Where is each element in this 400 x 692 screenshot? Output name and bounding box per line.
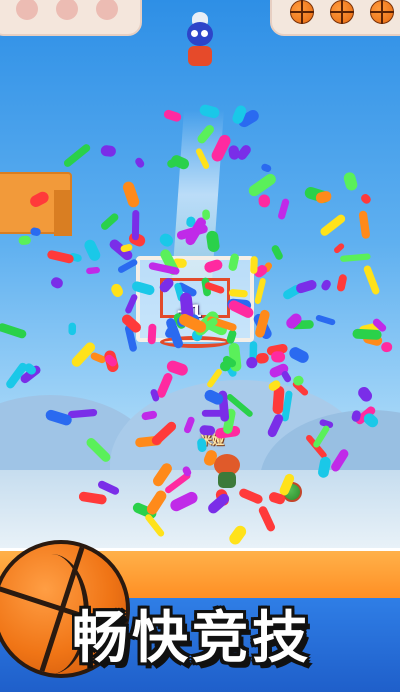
confetti-piece: [225, 363, 237, 377]
confetti-piece: [246, 356, 258, 369]
confetti-piece: [18, 235, 31, 245]
confetti-piece: [263, 262, 273, 273]
confetti-piece: [352, 328, 382, 340]
confetti-piece: [0, 323, 27, 339]
confetti-piece: [253, 313, 272, 339]
confetti-piece: [47, 250, 74, 264]
confetti-piece: [269, 363, 289, 378]
confetti-piece: [296, 280, 317, 294]
confetti-piece: [135, 157, 145, 168]
basketball-icon: [370, 0, 394, 24]
confetti-piece: [334, 243, 345, 254]
confetti-piece: [255, 352, 269, 364]
confetti-piece: [159, 233, 173, 247]
confetti-piece: [232, 105, 247, 124]
confetti-piece: [340, 253, 371, 262]
confetti-piece: [283, 284, 302, 300]
balls-remaining-panel: [270, 0, 400, 36]
confetti-piece: [128, 232, 146, 247]
confetti-piece: [69, 253, 82, 262]
banner-slogan: 畅快竞技: [72, 606, 312, 671]
confetti-piece: [248, 173, 276, 197]
confetti-piece: [358, 323, 379, 336]
confetti-piece: [358, 210, 370, 239]
basketball-icon: [290, 0, 314, 24]
confetti-piece: [228, 342, 242, 372]
confetti-piece: [336, 274, 347, 292]
confetti-piece: [222, 355, 237, 368]
confetti-piece: [315, 315, 336, 326]
confetti-piece: [363, 333, 383, 346]
score-slot: [96, 0, 118, 20]
confetti-piece: [238, 110, 259, 128]
confetti-piece: [286, 313, 302, 329]
basketball-icon: [330, 0, 354, 24]
confetti-piece: [220, 360, 231, 372]
confetti-piece: [101, 213, 119, 230]
player-character: [182, 12, 218, 74]
confetti-piece: [90, 352, 106, 364]
confetti-piece: [372, 318, 387, 332]
confetti-piece: [84, 239, 101, 261]
score-slot: [16, 0, 38, 20]
confetti-piece: [109, 239, 133, 261]
game-scene: +1 米娅 畅快竞技: [0, 0, 400, 692]
confetti-piece: [320, 214, 346, 236]
confetti-piece: [315, 191, 332, 204]
confetti-piece: [86, 267, 100, 275]
confetti-piece: [254, 278, 266, 305]
confetti-piece: [363, 265, 380, 295]
confetti-piece: [111, 283, 124, 297]
confetti-piece: [228, 145, 240, 160]
confetti-piece: [321, 279, 331, 291]
confetti-piece: [278, 198, 290, 220]
confetti-piece: [289, 347, 309, 363]
confetti-piece: [6, 362, 28, 389]
confetti-piece: [20, 365, 41, 384]
confetti-piece: [122, 181, 140, 208]
basketball-backboard: [136, 256, 254, 342]
confetti-piece: [290, 320, 314, 330]
confetti-piece: [304, 187, 330, 203]
confetti-piece: [271, 245, 283, 260]
confetti-piece: [100, 145, 116, 157]
confetti-piece: [343, 172, 358, 191]
score-slot: [56, 0, 78, 20]
confetti-piece: [293, 375, 304, 386]
light-beam: [172, 110, 224, 280]
confetti-piece: [104, 350, 119, 373]
side-platform-edge: [54, 190, 72, 236]
confetti-piece: [131, 210, 140, 241]
confetti-piece: [254, 265, 268, 278]
confetti-piece: [63, 144, 91, 167]
confetti-piece: [237, 145, 251, 160]
score-panel: [0, 0, 142, 36]
confetti-piece: [258, 194, 271, 208]
confetti-piece: [249, 341, 258, 362]
confetti-piece: [50, 277, 63, 289]
score-popup: +1: [176, 302, 203, 322]
confetti-piece: [68, 322, 77, 336]
confetti-piece: [120, 244, 133, 253]
confetti-piece: [24, 363, 37, 375]
confetti-piece: [104, 354, 117, 367]
confetti-piece: [358, 386, 373, 402]
confetti-piece: [71, 342, 96, 367]
confetti-piece: [261, 163, 272, 173]
basketball-hoop: [160, 336, 230, 348]
court-ground: [0, 470, 400, 550]
confetti-piece: [163, 109, 182, 122]
confetti-piece: [255, 309, 270, 338]
confetti-piece: [281, 371, 292, 383]
opponent-name-label: 米娅: [200, 433, 225, 447]
confetti-piece: [266, 343, 288, 356]
confetti-piece: [166, 360, 188, 376]
confetti-piece: [381, 342, 393, 353]
basketball[interactable]: [282, 482, 302, 502]
opponent-character: [212, 452, 242, 488]
confetti-piece: [271, 351, 286, 363]
confetti-piece: [361, 194, 371, 204]
